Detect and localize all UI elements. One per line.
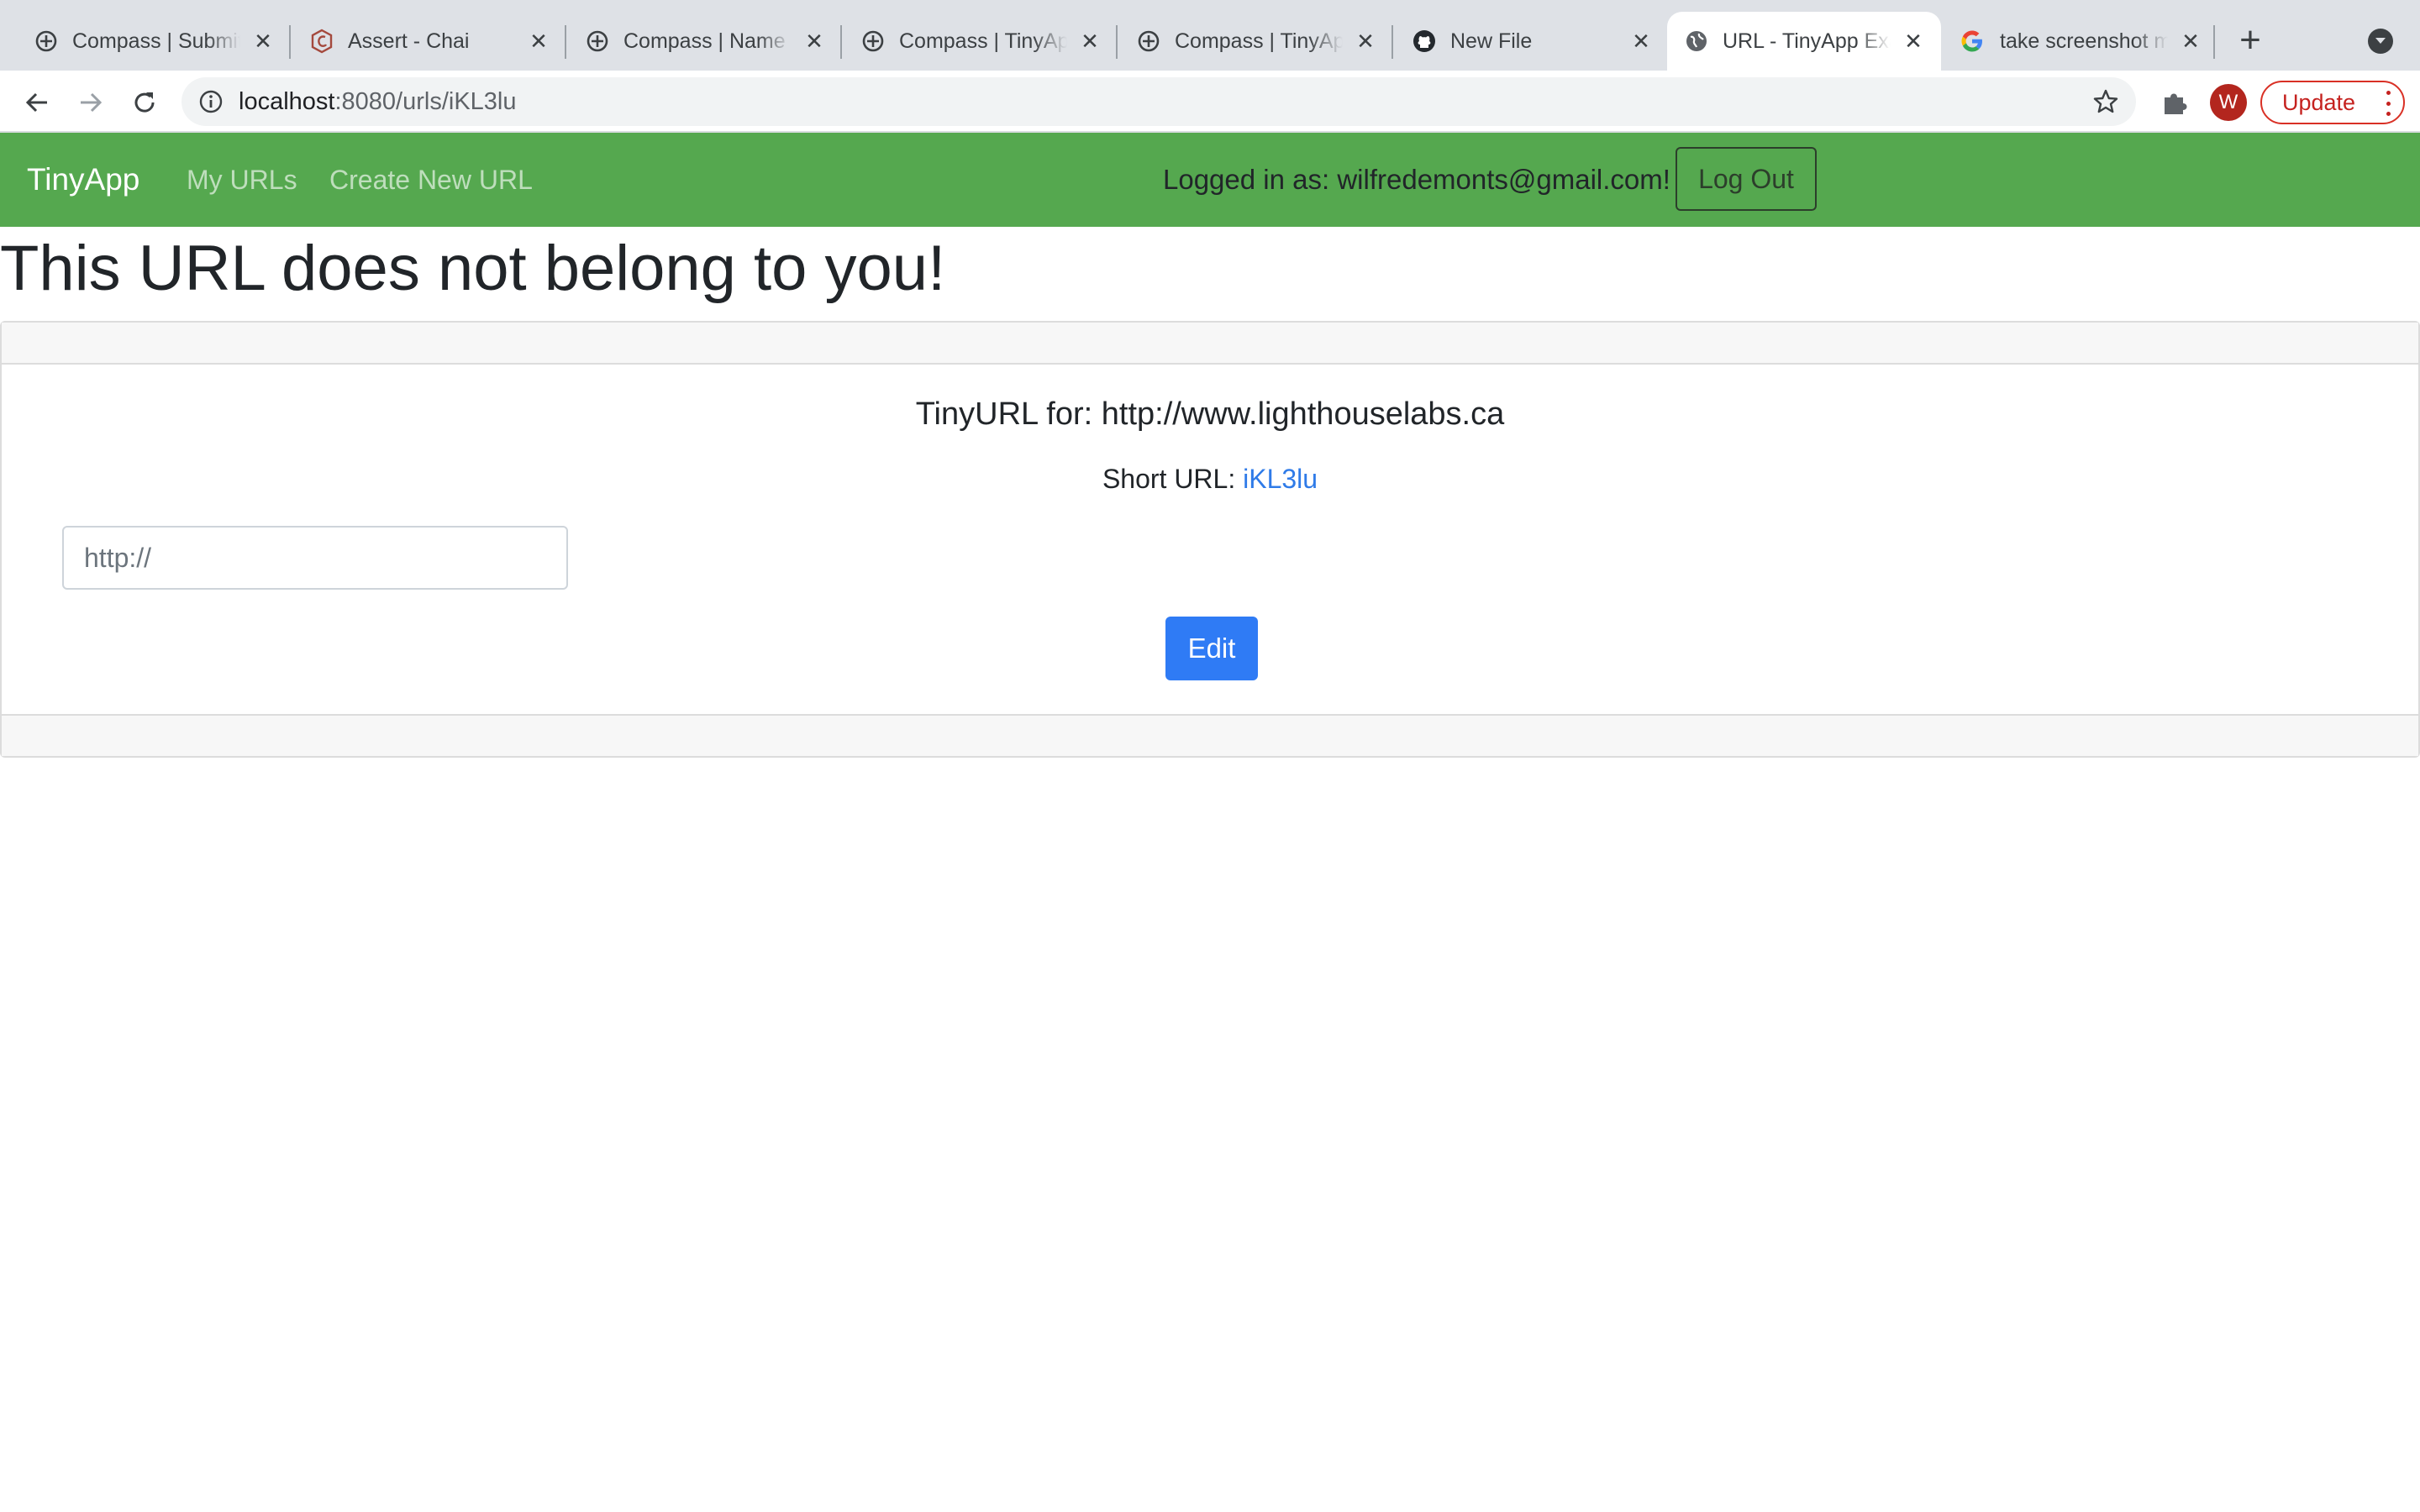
tab-divider bbox=[2213, 25, 2215, 59]
reload-icon bbox=[134, 92, 155, 113]
card-header bbox=[2, 323, 2418, 365]
close-tab-icon[interactable]: ✕ bbox=[2178, 29, 2203, 54]
puzzle-icon[interactable] bbox=[2160, 87, 2190, 118]
tab-title: Assert - Chai bbox=[348, 29, 470, 53]
browser-toolbar: localhost:8080/urls/iKL3lu W Update bbox=[0, 71, 2420, 133]
short-url-line: Short URL: iKL3lu bbox=[2, 464, 2418, 495]
browser-tab[interactable]: Compass | TinyApp ✕ bbox=[1102, 12, 1380, 71]
app-navbar: TinyApp My URLs Create New URL Logged in… bbox=[0, 133, 2420, 227]
close-tab-icon[interactable]: ✕ bbox=[1628, 29, 1654, 54]
close-tab-icon[interactable]: ✕ bbox=[250, 29, 276, 54]
card-footer bbox=[2, 714, 2418, 756]
new-tab-button[interactable]: + bbox=[2233, 22, 2267, 59]
close-tab-icon[interactable]: ✕ bbox=[1077, 29, 1102, 54]
github-icon bbox=[1412, 29, 1437, 54]
page-title: This URL does not belong to you! bbox=[0, 233, 946, 304]
browser-tab-strip: Compass | Submit ✕ Assert - Chai ✕ Compa… bbox=[0, 0, 2420, 71]
profile-avatar[interactable]: W bbox=[2210, 84, 2247, 121]
globe-icon bbox=[1684, 29, 1709, 54]
tab-title: take screenshot mac bbox=[2000, 29, 2168, 53]
star-icon[interactable] bbox=[2092, 88, 2119, 115]
address-host: localhost bbox=[239, 88, 335, 115]
tab-search-button[interactable] bbox=[2368, 29, 2393, 54]
url-card: TinyURL for: http://www.lighthouselabs.c… bbox=[0, 321, 2420, 758]
short-url-label: Short URL: bbox=[1102, 464, 1236, 494]
close-tab-icon[interactable]: ✕ bbox=[1901, 29, 1926, 54]
browser-tab[interactable]: New File ✕ bbox=[1378, 12, 1655, 71]
info-icon[interactable] bbox=[198, 89, 224, 114]
browser-tab[interactable]: take screenshot mac ✕ bbox=[1941, 12, 2218, 71]
compass-icon bbox=[585, 29, 610, 54]
close-tab-icon[interactable]: ✕ bbox=[802, 29, 827, 54]
logged-in-text: Logged in as: wilfredemonts@gmail.com! bbox=[1163, 164, 1670, 195]
update-button[interactable]: Update bbox=[2260, 81, 2405, 124]
close-tab-icon[interactable]: ✕ bbox=[526, 29, 551, 54]
nav-link-my-urls[interactable]: My URLs bbox=[187, 133, 297, 227]
forward-button[interactable] bbox=[74, 86, 108, 119]
browser-tab[interactable]: Compass | Submit ✕ bbox=[0, 12, 277, 71]
browser-tab[interactable]: Compass | TinyApp ✕ bbox=[827, 12, 1104, 71]
address-path: :8080/urls/iKL3lu bbox=[334, 88, 517, 115]
back-button[interactable] bbox=[20, 86, 54, 119]
tab-title: Compass | Submit bbox=[72, 29, 240, 53]
chevron-down-icon bbox=[2375, 38, 2386, 44]
browser-tab[interactable]: Assert - Chai ✕ bbox=[276, 12, 553, 71]
compass-icon bbox=[34, 29, 59, 54]
tab-title: Compass | TinyApp bbox=[899, 29, 1067, 53]
nav-link-create-new-url[interactable]: Create New URL bbox=[329, 133, 533, 227]
card-heading: TinyURL for: http://www.lighthouselabs.c… bbox=[915, 396, 1505, 432]
tab-title: URL - TinyApp Example bbox=[1723, 29, 1891, 53]
logout-button[interactable]: Log Out bbox=[1676, 147, 1817, 211]
tab-title: New File bbox=[1450, 29, 1533, 53]
edit-button[interactable]: Edit bbox=[1165, 617, 1258, 680]
reload-button[interactable] bbox=[128, 86, 161, 119]
kebab-menu-icon bbox=[2385, 91, 2391, 116]
google-icon bbox=[1960, 29, 1985, 54]
compass-icon bbox=[1136, 29, 1161, 54]
arrow-left-icon bbox=[25, 92, 47, 113]
compass-icon bbox=[860, 29, 886, 54]
chai-icon bbox=[309, 29, 334, 54]
browser-tab[interactable]: Compass | Name ✕ bbox=[551, 12, 829, 71]
tab-title: Compass | TinyApp bbox=[1175, 29, 1343, 53]
brand-link[interactable]: TinyApp bbox=[27, 133, 139, 227]
short-url-link[interactable]: iKL3lu bbox=[1243, 464, 1318, 494]
tab-title: Compass | Name bbox=[623, 29, 786, 53]
arrow-right-icon bbox=[81, 92, 103, 113]
address-url[interactable]: localhost:8080/urls/iKL3lu bbox=[239, 77, 517, 126]
browser-tab-active[interactable]: URL - TinyApp Example ✕ bbox=[1667, 12, 1941, 71]
close-tab-icon[interactable]: ✕ bbox=[1353, 29, 1378, 54]
address-bar[interactable]: localhost:8080/urls/iKL3lu bbox=[182, 77, 2136, 126]
long-url-input[interactable] bbox=[62, 526, 568, 590]
update-label: Update bbox=[2282, 89, 2356, 115]
